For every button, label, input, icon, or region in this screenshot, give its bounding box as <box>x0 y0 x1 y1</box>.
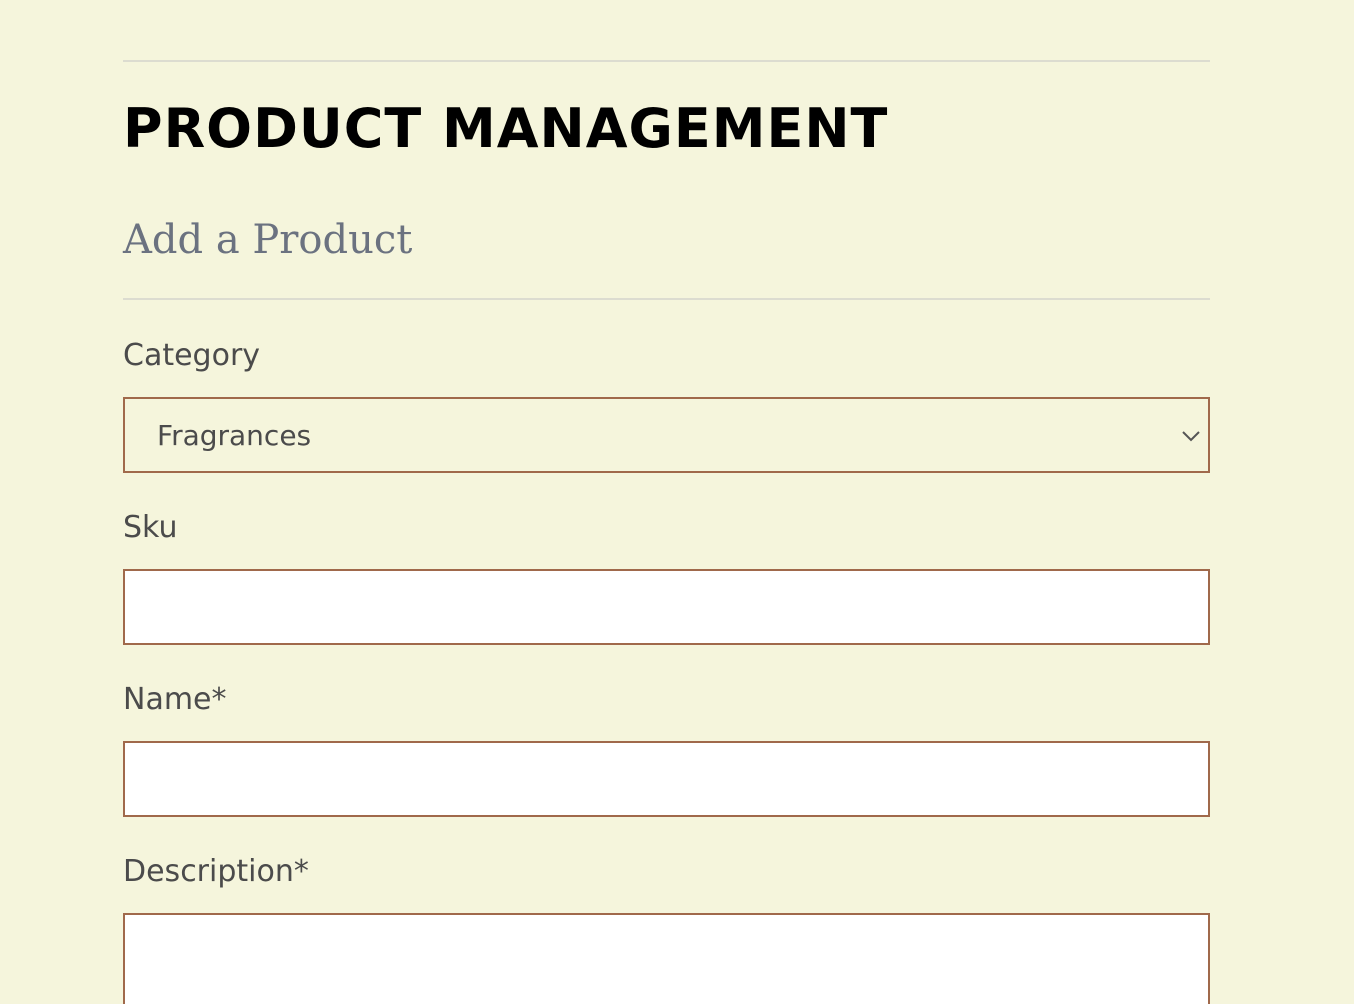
description-textarea[interactable] <box>123 913 1210 1004</box>
chevron-down-icon <box>1180 425 1202 447</box>
description-label: Description* <box>123 854 309 889</box>
page-title: PRODUCT MANAGEMENT <box>123 97 889 160</box>
name-label: Name* <box>123 682 227 717</box>
category-label: Category <box>123 338 261 373</box>
section-title: Add a Product <box>123 217 413 263</box>
category-selected-value: Fragrances <box>157 418 312 452</box>
category-select[interactable]: Fragrances <box>123 397 1210 473</box>
sku-label: Sku <box>123 510 178 545</box>
top-divider <box>123 60 1210 62</box>
sku-input[interactable] <box>123 569 1210 645</box>
section-divider <box>123 298 1210 300</box>
name-input[interactable] <box>123 741 1210 817</box>
